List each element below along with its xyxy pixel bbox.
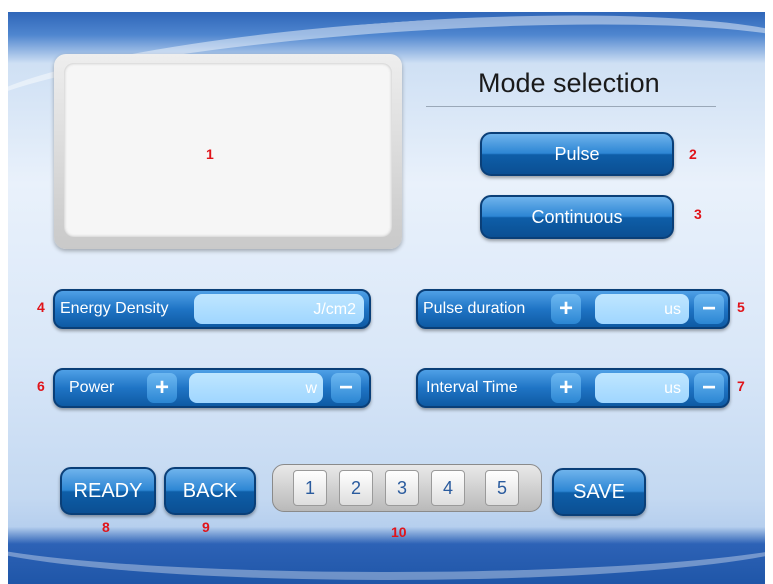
mode-divider	[426, 106, 716, 107]
callout-continuous: 3	[694, 206, 702, 222]
panel-screen: 1 Mode selection Pulse 2 Continuous 3 4 …	[8, 12, 765, 584]
pulse-mode-button[interactable]: Pulse	[480, 132, 674, 176]
interval-time-decrease-button[interactable]: −	[694, 373, 724, 403]
pulse-duration-unit: us	[664, 301, 681, 318]
power-increase-button[interactable]: +	[147, 373, 177, 403]
power-unit: w	[305, 380, 317, 397]
callout-interval-time: 7	[737, 378, 745, 394]
pulse-duration-decrease-button[interactable]: −	[694, 294, 724, 324]
display-frame	[54, 54, 402, 249]
display-area	[64, 63, 392, 237]
interval-time-input[interactable]: us	[595, 373, 689, 403]
callout-ready: 8	[102, 519, 110, 535]
power-input[interactable]: w	[189, 373, 323, 403]
preset-5-button[interactable]: 5	[485, 470, 519, 506]
pulse-duration-increase-button[interactable]: +	[551, 294, 581, 324]
power-control: Power + w −	[53, 368, 371, 408]
preset-selector: 1 2 3 4 5	[272, 464, 542, 512]
callout-presets: 10	[391, 524, 407, 540]
callout-pulse: 2	[689, 146, 697, 162]
preset-3-button[interactable]: 3	[385, 470, 419, 506]
energy-density-input[interactable]: J/cm2	[194, 294, 364, 324]
preset-2-button[interactable]: 2	[339, 470, 373, 506]
interval-time-increase-button[interactable]: +	[551, 373, 581, 403]
save-button[interactable]: SAVE	[552, 468, 646, 516]
pulse-duration-control: Pulse duration + us −	[416, 289, 730, 329]
continuous-mode-button[interactable]: Continuous	[480, 195, 674, 239]
preset-4-button[interactable]: 4	[431, 470, 465, 506]
energy-density-unit: J/cm2	[313, 301, 356, 318]
callout-energy-density: 4	[37, 299, 45, 315]
back-button[interactable]: BACK	[164, 467, 256, 515]
pulse-duration-input[interactable]: us	[595, 294, 689, 324]
power-decrease-button[interactable]: −	[331, 373, 361, 403]
interval-time-control: Interval Time + us −	[416, 368, 730, 408]
power-label: Power	[69, 379, 115, 396]
callout-display: 1	[206, 146, 214, 162]
callout-pulse-duration: 5	[737, 299, 745, 315]
pulse-duration-label: Pulse duration	[423, 300, 526, 317]
preset-1-button[interactable]: 1	[293, 470, 327, 506]
mode-selection-title: Mode selection	[478, 68, 660, 98]
interval-time-label: Interval Time	[426, 379, 518, 396]
ready-button[interactable]: READY	[60, 467, 156, 515]
callout-back: 9	[202, 519, 210, 535]
energy-density-control: Energy Density J/cm2	[53, 289, 371, 329]
interval-time-unit: us	[664, 380, 681, 397]
energy-density-label: Energy Density	[60, 300, 169, 317]
callout-power: 6	[37, 378, 45, 394]
